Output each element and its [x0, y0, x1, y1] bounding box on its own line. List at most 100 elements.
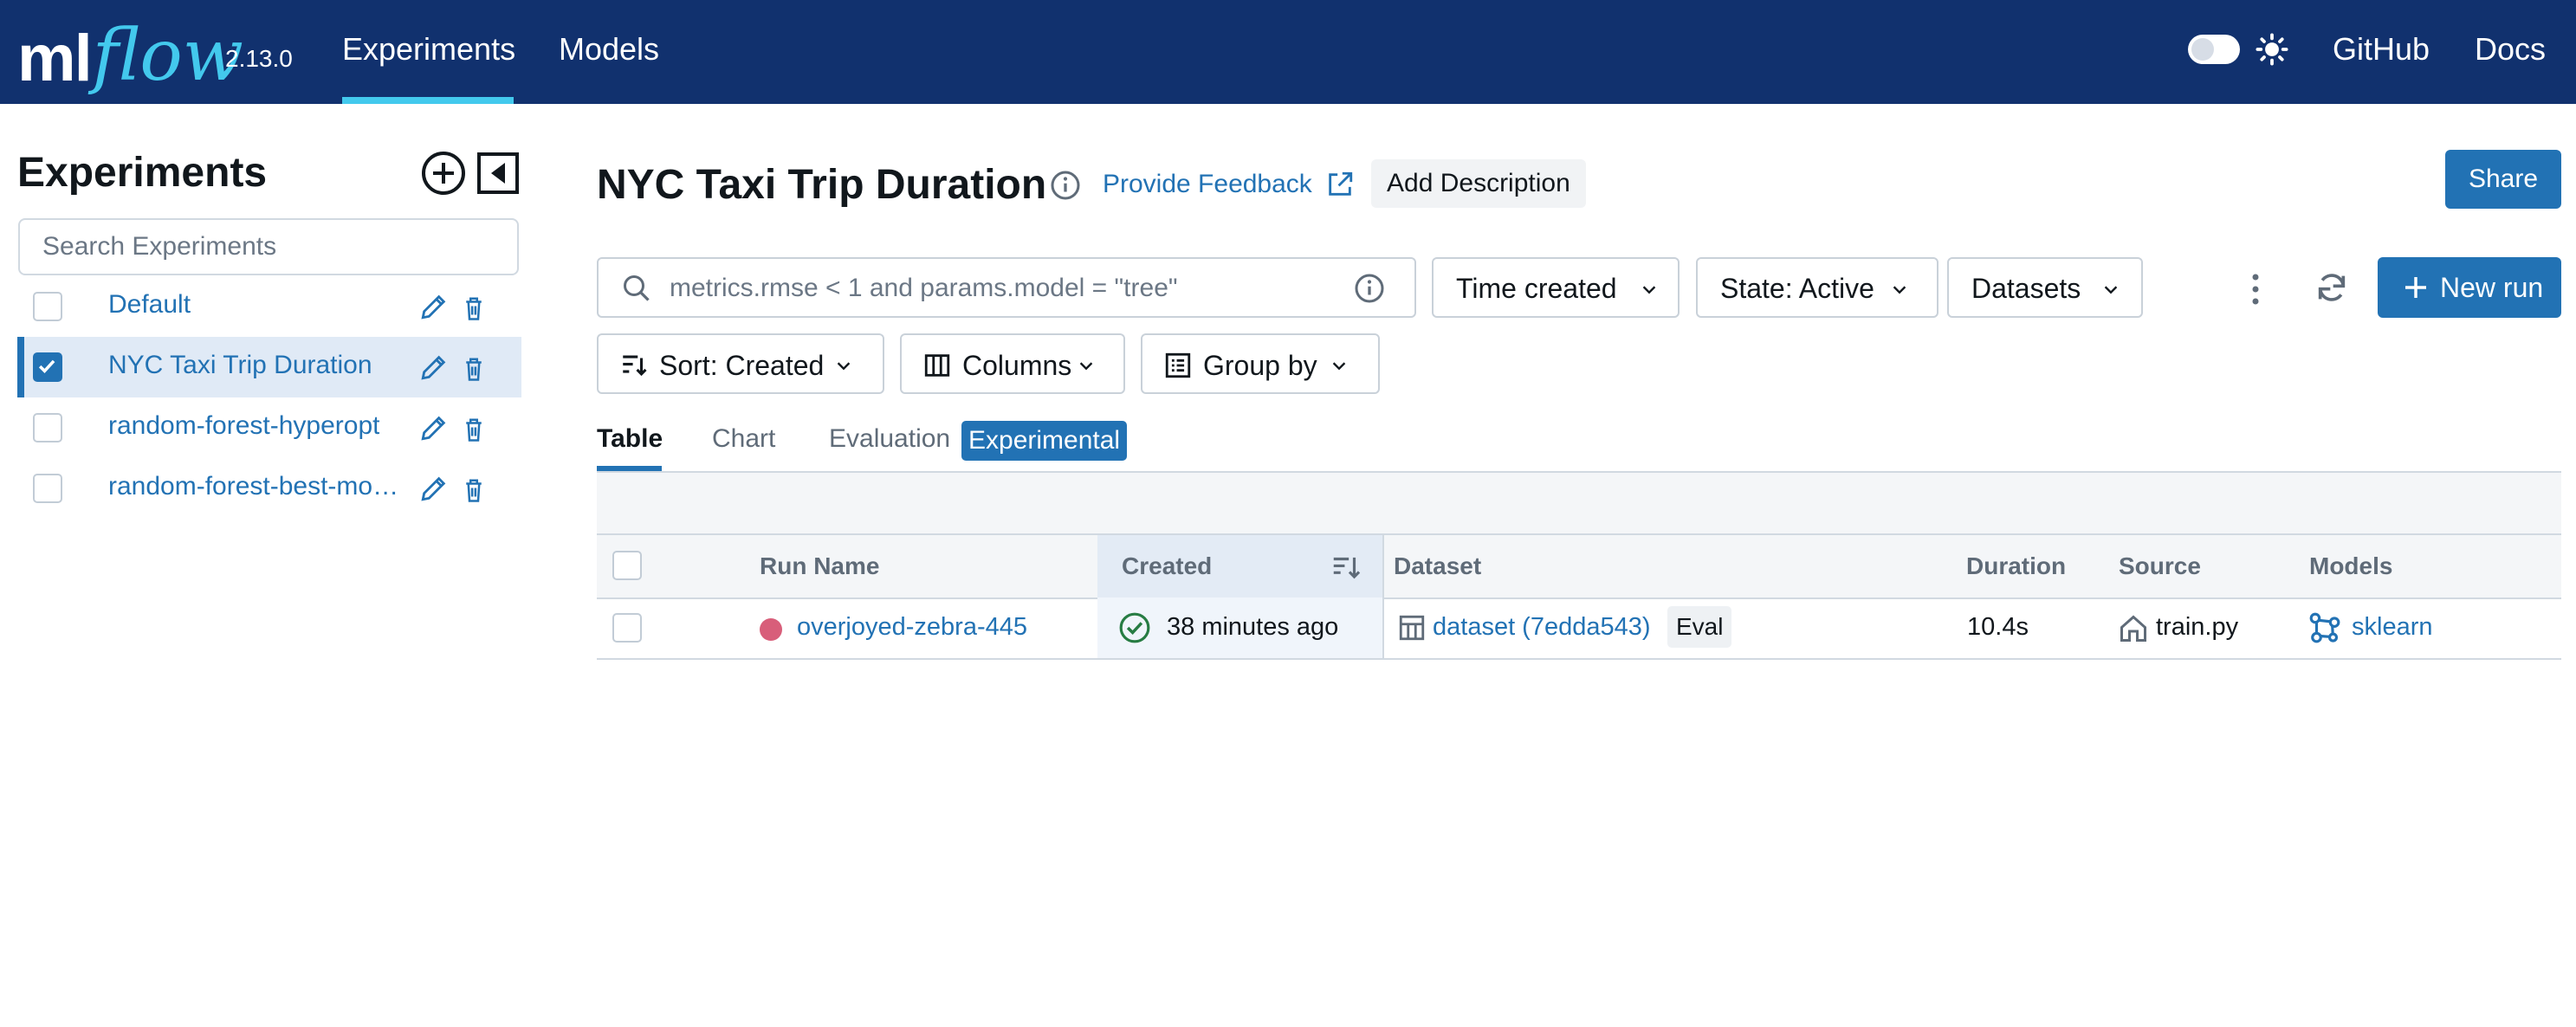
duration-value: 10.4s: [1967, 613, 2029, 641]
experiment-checkbox[interactable]: [33, 474, 62, 503]
header-created[interactable]: Created: [1122, 552, 1212, 580]
search-icon: [624, 275, 650, 301]
logo-flow-text: flow: [92, 15, 243, 97]
created-time: 38 minutes ago: [1167, 613, 1339, 641]
chevron-down-icon: [1893, 286, 1906, 294]
nav-experiments-link[interactable]: Experiments: [342, 31, 515, 68]
sidebar-title: Experiments: [17, 150, 268, 196]
columns-dropdown[interactable]: Columns: [900, 333, 1125, 394]
source-value[interactable]: train.py: [2156, 613, 2238, 642]
source-file-icon: [2120, 615, 2146, 642]
edit-icon[interactable]: [419, 474, 449, 503]
header-run-name[interactable]: Run Name: [760, 552, 879, 580]
header-dataset[interactable]: Dataset: [1394, 552, 1481, 580]
experiment-checkbox[interactable]: [33, 413, 62, 442]
group-by-icon: [1165, 352, 1191, 378]
experiment-checkbox-checked[interactable]: [33, 352, 62, 382]
state-dropdown[interactable]: State: Active: [1696, 257, 1938, 318]
collapse-sidebar-icon[interactable]: [477, 152, 519, 194]
trash-icon[interactable]: [463, 477, 485, 503]
trash-icon[interactable]: [463, 295, 485, 321]
chevron-down-icon: [837, 362, 851, 371]
info-icon[interactable]: [1354, 273, 1385, 304]
nav-active-indicator: [342, 97, 514, 104]
sort-descending-icon[interactable]: [1330, 551, 1362, 584]
time-created-dropdown[interactable]: Time created: [1432, 257, 1680, 318]
new-run-button[interactable]: New run: [2378, 257, 2561, 318]
chevron-down-icon: [2104, 286, 2118, 294]
tab-table[interactable]: Table: [597, 424, 663, 454]
experiment-name[interactable]: Default: [108, 290, 191, 320]
model-icon: [2309, 612, 2340, 643]
sun-icon: [2256, 33, 2288, 66]
chevron-down-icon: [1642, 286, 1656, 294]
info-icon[interactable]: [1050, 170, 1081, 201]
experiment-item-rf-best-model[interactable]: random-forest-best-mo…: [17, 458, 521, 519]
edit-icon[interactable]: [419, 352, 449, 382]
columns-label: Columns: [962, 350, 1072, 381]
run-search-box[interactable]: [597, 257, 1416, 318]
check-circle-icon: [1119, 612, 1150, 643]
header-duration[interactable]: Duration: [1966, 552, 2066, 580]
dataset-context-tag: Eval: [1667, 606, 1732, 648]
table-row[interactable]: overjoyed-zebra-445 38 minutes ago datas…: [597, 597, 2561, 660]
checkmark-icon: [38, 359, 55, 373]
table-icon: [1399, 615, 1425, 641]
experiment-item-default[interactable]: Default: [17, 276, 521, 337]
logo-ml-text: ml: [17, 22, 93, 95]
experiment-item-nyc-taxi[interactable]: NYC Taxi Trip Duration: [17, 337, 521, 397]
nav-github-link[interactable]: GitHub: [2333, 31, 2430, 68]
experiment-checkbox[interactable]: [33, 292, 62, 321]
nav-models-link[interactable]: Models: [559, 31, 659, 68]
group-by-label: Group by: [1203, 350, 1317, 381]
tab-chart[interactable]: Chart: [712, 424, 775, 454]
run-name-link[interactable]: overjoyed-zebra-445: [797, 613, 1027, 642]
plus-icon: [2405, 277, 2426, 298]
table-toolbar-band: [597, 473, 2561, 533]
experiment-name[interactable]: NYC Taxi Trip Duration: [108, 351, 372, 380]
trash-icon[interactable]: [463, 417, 485, 442]
run-search-input[interactable]: [668, 268, 1330, 309]
trash-icon[interactable]: [463, 356, 485, 382]
new-run-label: New run: [2440, 272, 2544, 303]
chevron-down-icon: [1079, 362, 1093, 371]
model-link[interactable]: sklearn: [2352, 613, 2433, 642]
sort-icon: [623, 355, 647, 377]
refresh-icon[interactable]: [2314, 270, 2349, 305]
experiment-item-rf-hyperopt[interactable]: random-forest-hyperopt: [17, 397, 521, 458]
table-header-row: Run Name Created Dataset Duration Source…: [597, 533, 2561, 599]
dataset-link[interactable]: dataset (7edda543): [1433, 613, 1651, 642]
version-label: 2.13.0: [225, 45, 293, 72]
select-all-checkbox[interactable]: [612, 551, 642, 580]
more-options-icon[interactable]: [2242, 270, 2269, 308]
header-source[interactable]: Source: [2119, 552, 2201, 580]
edit-icon[interactable]: [419, 292, 449, 321]
datasets-dropdown[interactable]: Datasets: [1947, 257, 2143, 318]
experiment-name[interactable]: random-forest-hyperopt: [108, 411, 379, 441]
header-models[interactable]: Models: [2309, 552, 2392, 580]
add-experiment-icon[interactable]: [421, 151, 466, 196]
edit-icon[interactable]: [419, 413, 449, 442]
sort-dropdown[interactable]: Sort: Created: [597, 333, 884, 394]
external-link-icon[interactable]: [1325, 170, 1355, 199]
add-description-button[interactable]: Add Description: [1371, 159, 1586, 208]
provide-feedback-link[interactable]: Provide Feedback: [1103, 170, 1312, 199]
dropdown-label: Datasets: [1971, 273, 2081, 304]
column-resize-handle[interactable]: [1382, 533, 1384, 658]
nav-docs-link[interactable]: Docs: [2475, 31, 2546, 68]
toggle-knob: [2191, 38, 2214, 61]
search-experiments-input[interactable]: [18, 218, 519, 275]
page-title: NYC Taxi Trip Duration: [597, 162, 1047, 208]
experiment-name[interactable]: random-forest-best-mo…: [108, 472, 398, 501]
tab-evaluation[interactable]: Evaluation: [829, 424, 950, 454]
share-button[interactable]: Share: [2445, 150, 2561, 209]
experimental-badge: Experimental: [961, 421, 1128, 461]
top-navbar: ml flow 2.13.0 Experiments Models GitHub …: [0, 0, 2576, 104]
mlflow-logo[interactable]: ml flow: [17, 5, 243, 92]
row-checkbox[interactable]: [612, 613, 642, 643]
run-color-dot[interactable]: [760, 618, 782, 641]
dropdown-label: Time created: [1456, 273, 1617, 304]
chevron-down-icon: [1332, 362, 1346, 371]
dropdown-label: State: Active: [1720, 273, 1874, 304]
group-by-dropdown[interactable]: Group by: [1141, 333, 1380, 394]
